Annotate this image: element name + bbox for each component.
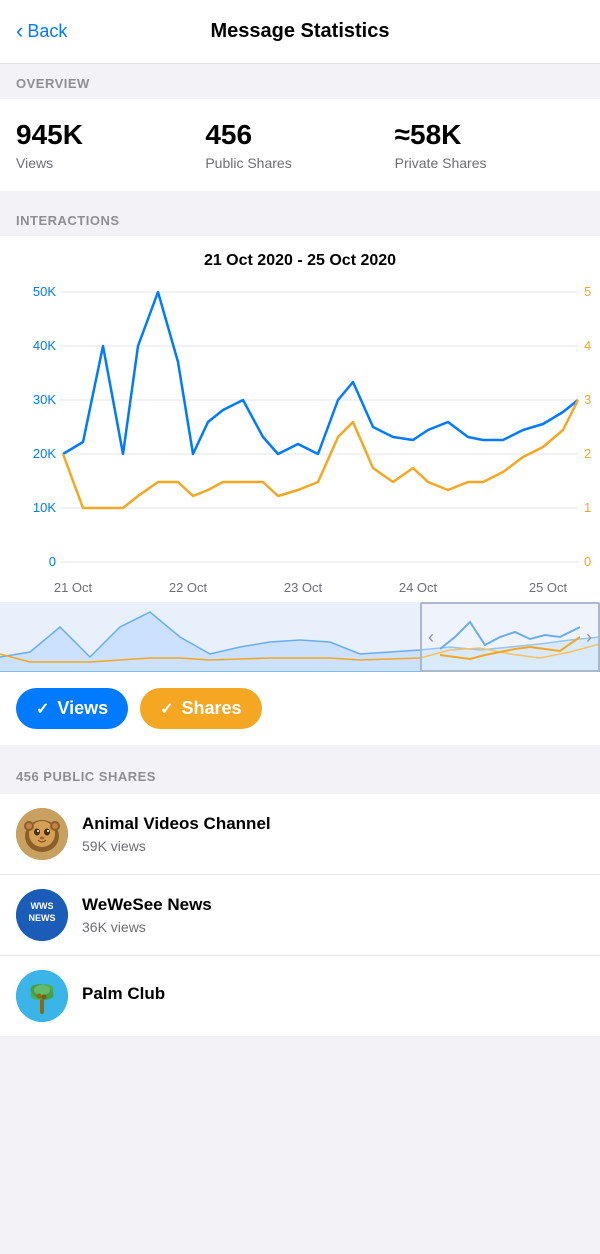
toggle-row: ✓ Views ✓ Shares: [0, 672, 600, 745]
avatar: WWS NEWS: [16, 889, 68, 941]
overview-card: 945K Views 456 Public Shares ≈58K Privat…: [0, 99, 600, 191]
public-shares-value: 456: [205, 119, 394, 151]
share-name: Animal Videos Channel: [82, 814, 271, 834]
chart-card: 21 Oct 2020 - 25 Oct 2020 50K 40K 30K 20…: [0, 236, 600, 745]
shares-toggle-button[interactable]: ✓ Shares: [140, 688, 261, 729]
wws-avatar-image: WWS NEWS: [16, 889, 68, 941]
svg-text:10K: 10K: [33, 500, 56, 515]
svg-text:5K: 5K: [584, 284, 592, 299]
share-name: Palm Club: [82, 984, 165, 1004]
navigator-chart: [440, 607, 580, 667]
list-item[interactable]: Animal Videos Channel 59K views: [0, 794, 600, 875]
svg-text:30K: 30K: [33, 392, 56, 407]
private-shares-value: ≈58K: [395, 119, 584, 151]
share-info: Animal Videos Channel 59K views: [82, 814, 271, 854]
page-title: Message Statistics: [211, 20, 390, 43]
svg-text:50K: 50K: [33, 284, 56, 299]
views-stat: 945K Views: [16, 119, 205, 171]
public-shares-section-label: 456 PUBLIC SHARES: [0, 755, 600, 794]
back-button[interactable]: ‹ Back: [16, 21, 67, 42]
svg-text:0: 0: [584, 554, 591, 569]
back-label: Back: [27, 21, 67, 42]
private-shares-label: Private Shares: [395, 155, 584, 171]
svg-text:23 Oct: 23 Oct: [284, 580, 323, 595]
nav-left-arrow[interactable]: ‹: [428, 627, 434, 648]
public-shares-label: Public Shares: [205, 155, 394, 171]
shares-toggle-label: Shares: [182, 698, 242, 719]
interactions-section-label: INTERACTIONS: [0, 201, 600, 236]
svg-text:22 Oct: 22 Oct: [169, 580, 208, 595]
shares-check-icon: ✓: [160, 699, 173, 719]
svg-text:4K: 4K: [584, 338, 592, 353]
list-item[interactable]: Palm Club: [0, 956, 600, 1036]
svg-text:24 Oct: 24 Oct: [399, 580, 438, 595]
svg-text:0: 0: [49, 554, 56, 569]
overview-section-label: OVERVIEW: [0, 64, 600, 99]
views-value: 945K: [16, 119, 205, 151]
svg-text:21 Oct: 21 Oct: [54, 580, 93, 595]
views-label: Views: [16, 155, 205, 171]
svg-text:WWS: WWS: [31, 901, 54, 911]
share-name: WeWeSee News: [82, 895, 212, 915]
list-item[interactable]: WWS NEWS WeWeSee News 36K views: [0, 875, 600, 956]
avatar: [16, 808, 68, 860]
views-check-icon: ✓: [36, 699, 49, 719]
public-shares-stat: 456 Public Shares: [205, 119, 394, 171]
navigator-overlay: ‹ ›: [420, 602, 600, 672]
svg-text:NEWS: NEWS: [29, 913, 56, 923]
views-toggle-button[interactable]: ✓ Views: [16, 688, 128, 729]
views-toggle-label: Views: [57, 698, 108, 719]
svg-text:25 Oct: 25 Oct: [529, 580, 568, 595]
share-info: WeWeSee News 36K views: [82, 895, 212, 935]
lion-avatar-image: [16, 808, 68, 860]
header: ‹ Back Message Statistics: [0, 0, 600, 64]
svg-text:1K: 1K: [584, 500, 592, 515]
main-chart-area: 50K 40K 30K 20K 10K 0 5K 4K 3K 2K 1K 0 2…: [0, 282, 600, 602]
share-views: 59K views: [82, 838, 271, 854]
svg-text:40K: 40K: [33, 338, 56, 353]
svg-text:3K: 3K: [584, 392, 592, 407]
share-views: 36K views: [82, 919, 212, 935]
main-chart-svg: 50K 40K 30K 20K 10K 0 5K 4K 3K 2K 1K 0 2…: [8, 282, 592, 602]
nav-right-arrow[interactable]: ›: [586, 627, 592, 648]
share-info: Palm Club: [82, 984, 165, 1008]
views-line: [63, 292, 578, 454]
back-chevron-icon: ‹: [16, 20, 23, 42]
palm-avatar-image: [16, 970, 68, 1022]
avatar: [16, 970, 68, 1022]
mini-chart-container: ‹ ›: [0, 602, 600, 672]
chart-title: 21 Oct 2020 - 25 Oct 2020: [0, 252, 600, 270]
share-list: Animal Videos Channel 59K views WWS NEWS…: [0, 794, 600, 1036]
private-shares-stat: ≈58K Private Shares: [395, 119, 584, 171]
svg-text:20K: 20K: [33, 446, 56, 461]
svg-text:2K: 2K: [584, 446, 592, 461]
